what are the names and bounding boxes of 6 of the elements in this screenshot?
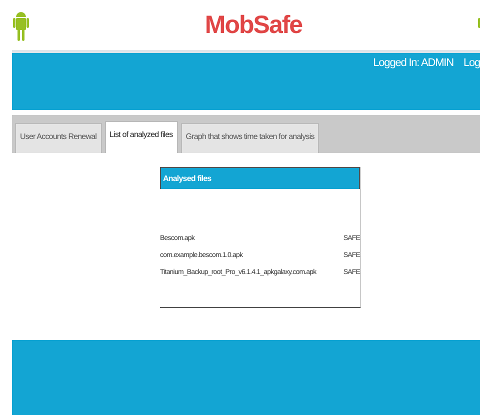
tab[interactable]: List of analyzed files (104, 121, 178, 153)
logged-in-label: Logged In: ADMIN (373, 57, 454, 71)
app-title: MobSafe (204, 10, 302, 40)
tab[interactable]: User Accounts Renewal (15, 123, 102, 153)
panel-title: Analysed files (160, 167, 360, 189)
tab[interactable]: Graph that shows time taken for analysis (180, 123, 320, 153)
